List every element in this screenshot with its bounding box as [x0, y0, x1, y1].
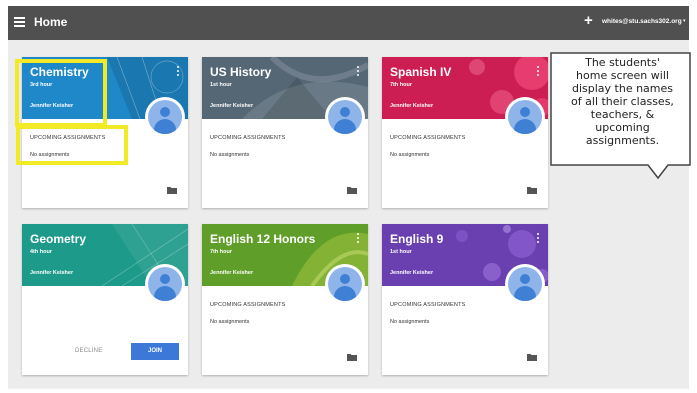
assignments-status: No assignments — [390, 152, 430, 158]
highlight-upcoming-box — [16, 125, 128, 165]
hamburger-menu-icon[interactable] — [14, 17, 25, 27]
teacher-name: Jennifer Keisher — [390, 103, 434, 109]
teacher-name: Jennifer Keisher — [30, 270, 74, 276]
person-avatar-icon — [505, 264, 545, 304]
class-period: 7th hour — [210, 249, 232, 255]
vertical-more-icon[interactable] — [357, 66, 360, 77]
folder-icon[interactable] — [347, 353, 357, 361]
teacher-name: Jennifer Keisher — [210, 103, 254, 109]
assignments-status: No assignments — [390, 319, 430, 325]
class-name[interactable]: Spanish IV — [390, 65, 451, 79]
callout-line: assignments. — [585, 134, 660, 147]
folder-icon[interactable] — [347, 186, 357, 194]
vertical-more-icon[interactable] — [357, 233, 360, 244]
callout-line: display the names — [571, 82, 674, 95]
page-title: Home — [34, 15, 68, 29]
top-bar: Home + whites@stu.sachs302.org ▾ — [8, 6, 689, 40]
class-name[interactable]: English 9 — [390, 232, 443, 246]
class-name[interactable]: US History — [210, 65, 271, 79]
vertical-more-icon[interactable] — [537, 233, 540, 244]
teacher-name: Jennifer Keisher — [390, 270, 434, 276]
person-avatar-icon — [145, 264, 185, 304]
class-card-spanish-iv: Spanish IV 7th hour Jennifer Keisher UPC… — [382, 57, 548, 208]
teacher-name: Jennifer Keisher — [210, 270, 254, 276]
callout-line: upcoming — [595, 121, 650, 134]
callout-line: of all their classes, — [571, 95, 674, 108]
plus-icon[interactable]: + — [584, 13, 593, 28]
join-button[interactable]: JOIN — [131, 343, 179, 360]
account-email[interactable]: whites@stu.sachs302.org — [602, 18, 682, 25]
account-dropdown-icon[interactable]: ▾ — [683, 18, 686, 24]
class-card-geometry: Geometry 4th hour Jennifer Keisher DECLI… — [22, 224, 188, 375]
callout-line: teachers, & — [590, 108, 655, 121]
callout-line: home screen will — [576, 69, 669, 82]
class-card-us-history: US History 1st hour Jennifer Keisher UPC… — [202, 57, 368, 208]
upcoming-assignments-label: UPCOMING ASSIGNMENTS — [390, 302, 466, 308]
class-card-english-9: English 9 1st hour Jennifer Keisher UPCO… — [382, 224, 548, 375]
folder-icon[interactable] — [527, 186, 537, 194]
class-name[interactable]: English 12 Honors — [210, 232, 315, 246]
person-avatar-icon — [145, 97, 185, 137]
callout-line: The students' — [585, 56, 660, 69]
class-card-english-12-honors: English 12 Honors 7th hour Jennifer Keis… — [202, 224, 368, 375]
folder-icon[interactable] — [167, 186, 177, 194]
decline-button[interactable]: DECLINE — [75, 348, 102, 354]
class-period: 4th hour — [30, 249, 52, 255]
upcoming-assignments-label: UPCOMING ASSIGNMENTS — [210, 302, 286, 308]
class-period: 7th hour — [390, 82, 412, 88]
folder-icon[interactable] — [527, 353, 537, 361]
upcoming-assignments-label: UPCOMING ASSIGNMENTS — [390, 135, 466, 141]
class-period: 1st hour — [390, 249, 412, 255]
person-avatar-icon — [325, 97, 365, 137]
callout-text: The students' home screen will display t… — [550, 56, 695, 147]
assignments-status: No assignments — [210, 152, 250, 158]
vertical-more-icon[interactable] — [177, 66, 180, 77]
highlight-class-name-box — [15, 59, 107, 127]
person-avatar-icon — [325, 264, 365, 304]
class-period: 1st hour — [210, 82, 232, 88]
class-name[interactable]: Geometry — [30, 232, 86, 246]
assignments-status: No assignments — [210, 319, 250, 325]
person-avatar-icon — [505, 97, 545, 137]
vertical-more-icon[interactable] — [537, 66, 540, 77]
upcoming-assignments-label: UPCOMING ASSIGNMENTS — [210, 135, 286, 141]
